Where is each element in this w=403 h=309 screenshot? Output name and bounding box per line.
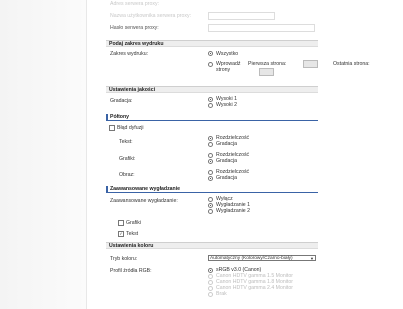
halftone-graphics-grad-radio[interactable] xyxy=(208,159,213,164)
halftone-image-label: Obraz: xyxy=(119,172,135,178)
color-mode-value: Automatyczny (Kolorowy/Czarno-biały) xyxy=(210,256,293,261)
quality-high2-radio[interactable] xyxy=(208,103,213,108)
profile-srgb-radio[interactable] xyxy=(208,268,213,273)
print-all-label: Wszystko xyxy=(216,51,239,57)
halftone-text-grad-radio[interactable] xyxy=(208,142,213,147)
halftone-graphics-grad-label: Gradacja xyxy=(216,158,238,164)
first-page-input[interactable] xyxy=(303,60,318,68)
color-header: Ustawienia koloru xyxy=(106,242,318,249)
color-mode-select[interactable]: Automatyczny (Kolorowy/Czarno-biały) ▼ xyxy=(208,255,316,261)
smoothing-label: Zaawansowane wygładzanie: xyxy=(110,198,178,204)
print-pages-label-2: strony xyxy=(216,67,231,73)
print-all-radio[interactable] xyxy=(208,51,213,56)
last-page-label: Ostatnia strona: xyxy=(333,61,370,67)
quality-header: Ustawienia jakości xyxy=(106,86,318,93)
smoothing-2-label: Wygładzanie 2 xyxy=(216,208,250,214)
quality-high2-label: Wysoki 2 xyxy=(216,102,237,108)
halftone-text-grad-label: Gradacja xyxy=(216,141,238,147)
halftone-graphics-label: Grafiki: xyxy=(119,156,136,162)
proxy-password-input[interactable] xyxy=(208,24,315,32)
error-diffusion-label: Błąd dyfuzji xyxy=(117,125,144,131)
smoothing-off-radio[interactable] xyxy=(208,197,213,202)
quality-label: Gradacja: xyxy=(110,98,133,104)
rgb-profile-label: Profil źródła RGB: xyxy=(110,268,152,274)
proxy-user-label: Nazwa użytkownika serwera proxy: xyxy=(110,13,192,19)
halftone-text-label: Tekst: xyxy=(119,139,133,145)
smoothing-1-radio[interactable] xyxy=(208,203,213,208)
proxy-password-label: Hasło serwera proxy: xyxy=(110,25,159,31)
smoothing-header: Zaawansowane wygładzanie xyxy=(106,186,318,193)
profile-hdtv24-label: Canon HDTV gamma 2.4 Monitor xyxy=(216,285,293,291)
color-mode-label: Tryb koloru: xyxy=(110,256,138,262)
proxy-user-input[interactable] xyxy=(208,12,275,20)
print-range-header: Podaj zakres wydruku xyxy=(106,40,318,47)
print-pages-radio[interactable] xyxy=(208,62,213,67)
first-page-label: Pierwsza strona: xyxy=(248,61,287,67)
chevron-down-icon: ▼ xyxy=(310,256,314,261)
error-diffusion-checkbox[interactable] xyxy=(109,125,115,131)
halftone-image-grad-label: Gradacja xyxy=(216,175,238,181)
smoothing-graphics-checkbox[interactable] xyxy=(118,220,124,226)
smoothing-graphics-label: Grafiki xyxy=(126,220,141,226)
proxy-address-label: Adres serwera proxy: xyxy=(110,1,160,7)
print-range-label: Zakres wydruku: xyxy=(110,51,149,57)
halftone-image-res-radio[interactable] xyxy=(208,170,213,175)
halftone-graphics-res-radio[interactable] xyxy=(208,153,213,158)
left-sidebar xyxy=(0,0,87,309)
last-page-input[interactable] xyxy=(259,68,274,76)
smoothing-2-radio[interactable] xyxy=(208,209,213,214)
profile-hdtv24-radio[interactable] xyxy=(208,286,213,291)
settings-panel: Adres serwera proxy: Nazwa użytkownika s… xyxy=(106,0,370,309)
halftones-header: Półtony xyxy=(106,114,318,121)
smoothing-text-label: Tekst xyxy=(126,231,139,237)
quality-high1-radio[interactable] xyxy=(208,97,213,102)
profile-hdtv15-radio[interactable] xyxy=(208,274,213,279)
halftone-text-res-radio[interactable] xyxy=(208,136,213,141)
halftone-image-grad-radio[interactable] xyxy=(208,176,213,181)
profile-none-label: Brak xyxy=(216,291,227,297)
smoothing-text-checkbox[interactable]: ✓ xyxy=(118,231,124,237)
profile-hdtv18-radio[interactable] xyxy=(208,280,213,285)
profile-none-radio[interactable] xyxy=(208,292,213,297)
